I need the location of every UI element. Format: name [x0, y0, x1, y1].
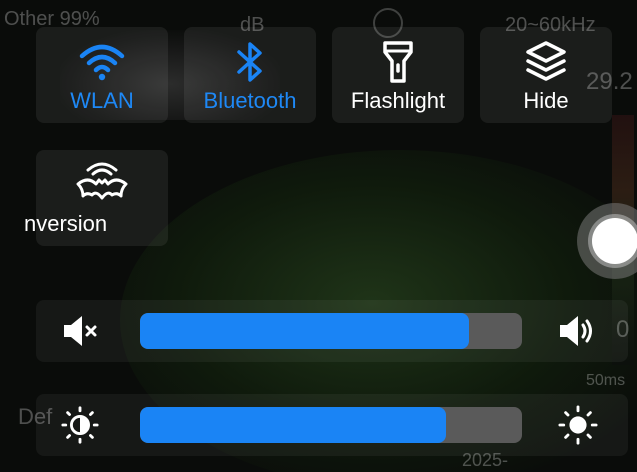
tile-label: WLAN — [70, 88, 134, 113]
tile-label: Hide — [523, 88, 569, 113]
tile-label: Bluetooth — [203, 88, 297, 113]
volume-slider-fill — [140, 313, 469, 349]
brightness-slider-row — [36, 394, 628, 456]
bluetooth-icon — [233, 39, 267, 85]
tile-inversion[interactable]: nversion — [24, 150, 168, 246]
tile-label: Flashlight — [350, 88, 446, 113]
tile-bluetooth[interactable]: Bluetooth — [184, 27, 316, 123]
tile-hide[interactable]: Hide — [480, 27, 612, 123]
volume-high-icon[interactable] — [556, 311, 596, 351]
background-text-ms: 50ms — [586, 372, 626, 389]
brightness-slider-fill — [140, 407, 446, 443]
volume-slider[interactable] — [140, 313, 522, 349]
brightness-low-icon[interactable] — [60, 405, 100, 445]
volume-mute-icon[interactable] — [60, 311, 100, 351]
brightness-slider[interactable] — [140, 407, 522, 443]
brightness-high-icon[interactable] — [558, 405, 598, 445]
wifi-icon — [78, 39, 126, 85]
tile-flashlight[interactable]: Flashlight — [332, 27, 464, 123]
tile-wlan[interactable]: WLAN — [36, 27, 168, 123]
layers-icon — [524, 39, 568, 85]
tile-label: nversion — [24, 211, 108, 236]
volume-slider-row — [36, 300, 628, 362]
assistive-touch-inner — [592, 218, 637, 264]
bat-icon — [74, 162, 130, 208]
flashlight-icon — [381, 39, 415, 85]
